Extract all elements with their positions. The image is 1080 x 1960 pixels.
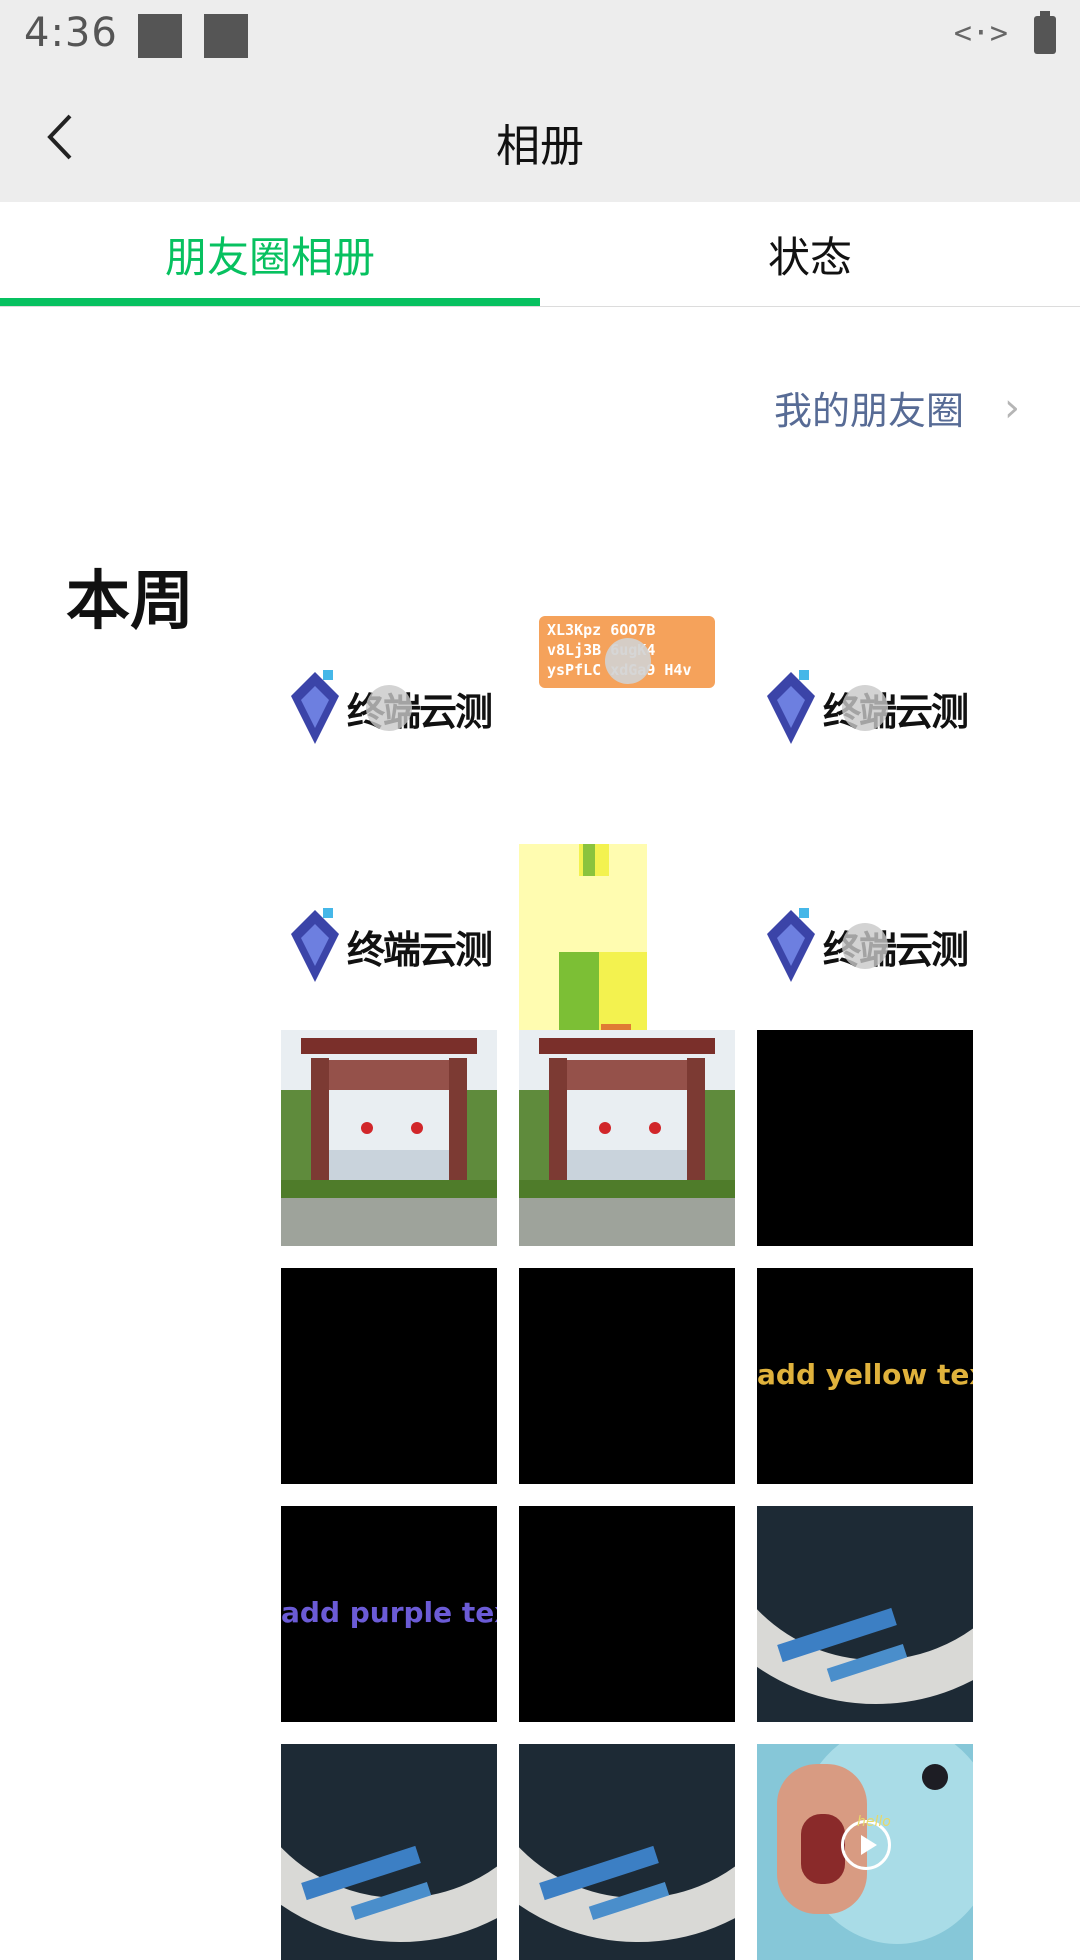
page-title: 相册 bbox=[496, 121, 584, 172]
tab-indicator bbox=[0, 298, 540, 306]
video-caption: add purple text bbox=[281, 1596, 497, 1629]
media-tile[interactable]: hello bbox=[757, 1744, 973, 1960]
play-icon bbox=[366, 685, 412, 731]
my-moments-label: 我的朋友圈 bbox=[773, 389, 964, 433]
battery-icon bbox=[1034, 11, 1056, 54]
chevron-right-icon: › bbox=[1004, 384, 1020, 431]
media-tile[interactable] bbox=[281, 1744, 497, 1960]
notification-icon bbox=[204, 14, 248, 58]
media-tile[interactable] bbox=[757, 1506, 973, 1722]
status-bar: 4:36 <·> bbox=[0, 0, 1080, 72]
media-tile[interactable]: 终端云测 bbox=[281, 838, 497, 1054]
media-tile[interactable] bbox=[519, 1744, 735, 1960]
media-tile[interactable] bbox=[519, 1030, 735, 1246]
logo-text: 终端云测 bbox=[346, 927, 493, 972]
section-title: 本周 bbox=[66, 565, 194, 639]
media-tile[interactable] bbox=[281, 1030, 497, 1246]
notification-icon bbox=[138, 14, 182, 58]
logo-icon bbox=[766, 670, 815, 744]
logo-icon bbox=[290, 908, 339, 982]
tab-status[interactable]: 状态 bbox=[540, 202, 1080, 306]
media-tile[interactable]: 终端云测 bbox=[757, 838, 973, 1054]
media-tile[interactable]: XL3Kpz 6OO7B v8Lj3B 6ugK4 ysPfLC xdGa9 H… bbox=[519, 600, 735, 816]
media-tile[interactable] bbox=[519, 1268, 735, 1484]
logo-icon bbox=[290, 670, 339, 744]
tab-moments-album[interactable]: 朋友圈相册 bbox=[0, 202, 540, 306]
media-tile[interactable] bbox=[519, 1506, 735, 1722]
video-caption: add yellow text bbox=[757, 1358, 973, 1391]
duck-caption: hello bbox=[857, 1814, 891, 1830]
media-tile[interactable] bbox=[757, 1030, 973, 1246]
media-tile[interactable] bbox=[519, 838, 735, 1054]
logo-icon bbox=[766, 908, 815, 982]
play-icon bbox=[842, 923, 888, 969]
my-moments-link[interactable]: 我的朋友圈 › bbox=[774, 380, 1020, 435]
title-bar: 相册 bbox=[0, 72, 1080, 202]
media-tile[interactable]: 终端云测 bbox=[281, 600, 497, 816]
media-tile[interactable]: add yellow text bbox=[757, 1268, 973, 1484]
media-tile[interactable]: 终端云测 bbox=[757, 600, 973, 816]
pixel-image bbox=[519, 838, 735, 1054]
network-icon: <·> bbox=[953, 16, 1008, 51]
play-icon bbox=[842, 685, 888, 731]
status-time: 4:36 bbox=[24, 10, 118, 56]
tab-bar: 朋友圈相册 状态 bbox=[0, 202, 1080, 307]
media-tile[interactable] bbox=[281, 1268, 497, 1484]
play-icon bbox=[605, 638, 651, 684]
media-tile[interactable]: add purple text bbox=[281, 1506, 497, 1722]
